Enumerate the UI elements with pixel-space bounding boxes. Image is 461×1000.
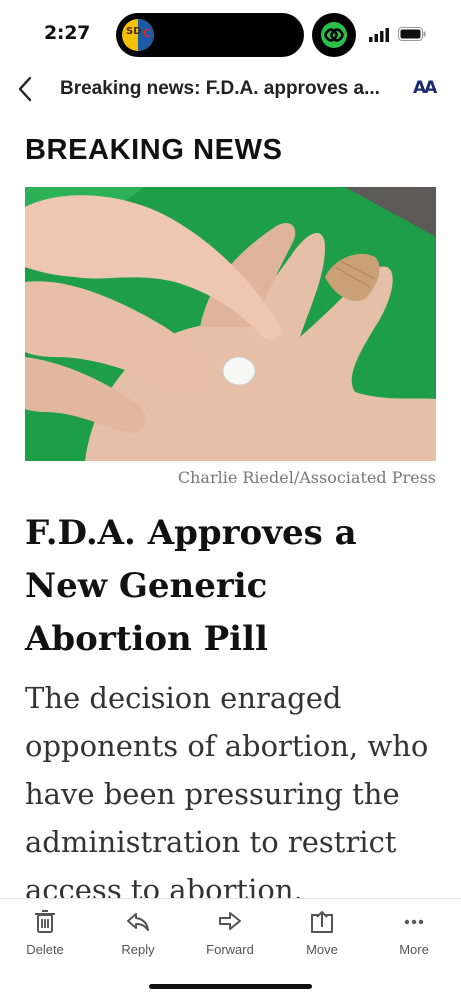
- more-label: More: [399, 942, 429, 957]
- delete-button[interactable]: Delete: [10, 909, 80, 957]
- live-activity-app-icon: SD C: [122, 19, 154, 51]
- status-time: 2:27: [44, 22, 91, 44]
- battery-icon: [398, 27, 426, 41]
- more-button[interactable]: More: [379, 909, 449, 957]
- forward-label: Forward: [206, 942, 254, 957]
- move-icon: [311, 911, 333, 933]
- live-activity-pill[interactable]: [312, 13, 356, 57]
- island-logo-left-letters: SD: [126, 26, 142, 37]
- move-label: Move: [306, 942, 338, 957]
- back-chevron-icon[interactable]: [14, 74, 36, 104]
- island-logo-right-letter: C: [142, 27, 151, 40]
- navigation-bar: Breaking news: F.D.A. approves a... AA: [0, 66, 461, 114]
- forward-icon: [219, 912, 241, 930]
- reply-label: Reply: [121, 942, 155, 957]
- forward-button[interactable]: Forward: [195, 909, 265, 957]
- cellular-signal-icon: [369, 28, 389, 42]
- text-size-button[interactable]: AA: [413, 78, 437, 98]
- article-headline[interactable]: F.D.A. Approves a New Generic Abortion P…: [25, 507, 445, 666]
- reply-icon: [127, 913, 149, 931]
- hand-with-pill-image: [25, 187, 436, 461]
- more-icon: [404, 919, 424, 925]
- home-indicator[interactable]: [149, 984, 312, 989]
- move-button[interactable]: Move: [287, 909, 357, 957]
- photo-credit: Charlie Riedel/Associated Press: [177, 468, 436, 487]
- dynamic-island[interactable]: SD C: [116, 13, 304, 57]
- article-kicker: BREAKING NEWS: [25, 134, 283, 166]
- delete-label: Delete: [26, 942, 64, 957]
- article-summary: The decision enraged opponents of aborti…: [25, 681, 429, 904]
- reply-button[interactable]: Reply: [103, 909, 173, 957]
- link-rings-icon: [321, 22, 347, 48]
- message-subject-title: Breaking news: F.D.A. approves a...: [60, 78, 380, 99]
- trash-icon: [35, 910, 55, 933]
- mail-toolbar: Delete Reply Forward Move More: [0, 898, 461, 1000]
- status-bar: 2:27 SD C: [0, 0, 461, 66]
- article-photo[interactable]: [25, 187, 436, 461]
